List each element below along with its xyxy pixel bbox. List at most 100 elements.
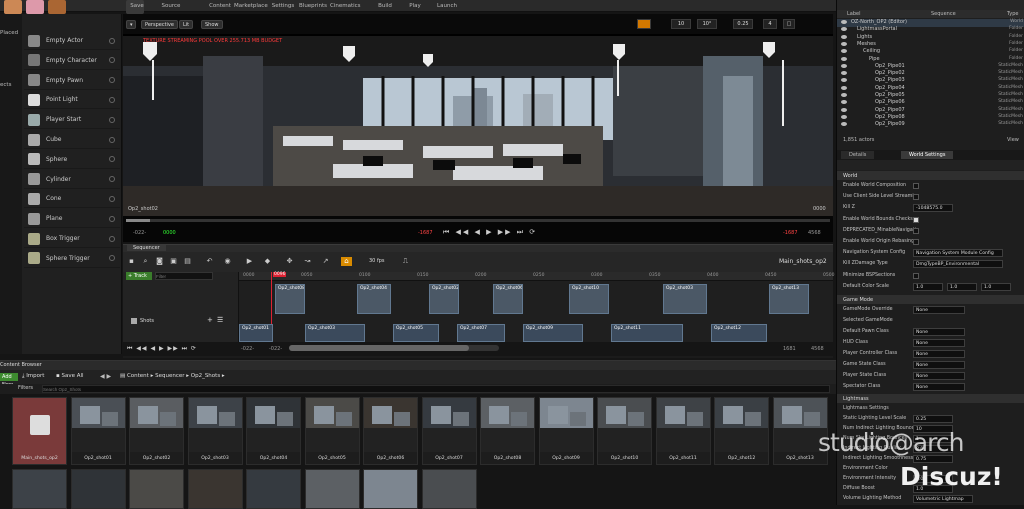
type-column-header[interactable]: Type — [1007, 11, 1018, 17]
rotation-snap-value[interactable]: 10° — [697, 19, 717, 29]
mode-icon-2[interactable] — [48, 0, 66, 14]
visibility-eye-icon[interactable] — [841, 78, 847, 83]
asset-tile[interactable]: Op2_shot08 — [480, 397, 535, 465]
actor-item-point-light[interactable]: Point Light — [24, 91, 120, 110]
actor-item-cylinder[interactable]: Cylinder — [24, 171, 120, 189]
world-settings-tab[interactable]: World Settings — [901, 151, 954, 159]
save-sequence-icon[interactable]: ▪ — [127, 257, 136, 266]
maximize-icon[interactable]: □ — [783, 19, 795, 29]
cinematic-icon[interactable]: ▤ — [183, 257, 192, 266]
grid-snap-value[interactable]: 10 — [671, 19, 691, 29]
toolbar-save-current[interactable]: Save Current — [120, 0, 154, 21]
asset-tile[interactable]: Op2_shot04 — [246, 397, 301, 465]
setting-checkbox[interactable] — [913, 272, 919, 279]
help-icon[interactable] — [109, 195, 115, 202]
help-icon[interactable] — [109, 136, 115, 143]
help-icon[interactable] — [109, 116, 115, 123]
toolbar-settings[interactable]: Settings — [268, 0, 298, 12]
help-icon[interactable] — [109, 77, 115, 84]
scale-snap-value[interactable]: 0.25 — [733, 19, 753, 29]
add-new-button[interactable]: Add New — [0, 373, 18, 388]
lit-button[interactable]: Lit — [179, 20, 194, 29]
setting-checkbox[interactable] — [913, 227, 919, 234]
help-icon[interactable] — [109, 96, 115, 103]
actor-item-empty-character[interactable]: Empty Character — [24, 52, 120, 70]
shot-clip[interactable]: Op2_shot03 — [663, 284, 707, 314]
asset-tile[interactable]: Op2_shot11 — [655, 397, 711, 465]
sequence-column-header[interactable]: Sequence — [931, 11, 956, 17]
class-dropdown[interactable]: None — [913, 306, 965, 314]
visibility-eye-icon[interactable] — [841, 41, 847, 46]
class-dropdown[interactable]: None — [913, 350, 965, 358]
actor-item-cube[interactable]: Cube — [24, 131, 120, 149]
asset-tile-partial[interactable] — [70, 469, 126, 509]
visibility-eye-icon[interactable] — [841, 20, 847, 24]
mode-icon-1[interactable] — [26, 0, 44, 14]
category-placed[interactable]: Placed — [0, 30, 18, 36]
asset-tile[interactable]: Main_shots_op2 — [12, 397, 67, 465]
asset-tile-partial[interactable] — [129, 469, 184, 509]
world-section-header[interactable]: World — [837, 171, 1024, 180]
asset-tile[interactable]: Op2_shot06 — [363, 397, 418, 465]
key-icon[interactable]: ◆ — [263, 257, 272, 266]
perspective-button[interactable]: Perspective — [141, 20, 178, 29]
curve-icon[interactable]: ↝ — [303, 257, 312, 266]
track-filter-input[interactable] — [155, 272, 213, 280]
history-nav-icons[interactable]: ◀ ▶ — [100, 373, 111, 380]
toolbar-marketplace[interactable]: Marketplace — [234, 0, 268, 12]
shot-clip[interactable]: Op2_shot04 — [357, 284, 391, 314]
visibility-eye-icon[interactable] — [841, 34, 847, 39]
visibility-eye-icon[interactable] — [841, 93, 847, 97]
toolbar-blueprints[interactable]: Blueprints — [298, 0, 328, 12]
sequencer-tab[interactable]: Sequencer — [127, 245, 166, 251]
help-icon[interactable] — [109, 156, 115, 163]
visibility-eye-icon[interactable] — [841, 63, 847, 68]
class-dropdown[interactable]: None — [913, 339, 965, 347]
asset-tile[interactable]: Op2_shot10 — [597, 397, 652, 465]
shot-clip[interactable]: Op2_shot10 — [569, 284, 609, 314]
toolbar-content[interactable]: Content — [205, 0, 235, 12]
mode-icon-0[interactable] — [4, 0, 22, 14]
visibility-eye-icon[interactable] — [841, 71, 847, 76]
realtime-icon[interactable] — [637, 19, 651, 29]
actor-item-cone[interactable]: Cone — [24, 190, 120, 209]
help-icon[interactable] — [109, 176, 115, 183]
shot-clip[interactable]: Op2_shot06 — [493, 284, 523, 314]
category-objects[interactable]: ects — [0, 82, 11, 88]
shot-options-icon[interactable]: ☰ — [217, 316, 223, 324]
play-range-icon[interactable]: ▶ — [245, 257, 254, 266]
level-viewport[interactable]: ▾ Perspective Lit Show 10 10° 0.25 4 □ T… — [123, 14, 833, 242]
details-tab[interactable]: Details — [841, 151, 875, 159]
lightmass-field[interactable]: 0.25 — [913, 415, 953, 423]
content-browser-tab[interactable]: Content Browser — [0, 362, 42, 368]
visibility-eye-icon[interactable] — [841, 107, 847, 112]
timeline-area[interactable]: 0000 0050 0100 0150 0200 0250 0300 0350 0400 0450… — [239, 272, 834, 348]
timeline-scrollbar[interactable] — [289, 345, 499, 351]
label-column-header[interactable]: Label — [847, 11, 861, 17]
help-icon[interactable] — [109, 235, 115, 242]
breadcrumb-content[interactable]: Content — [127, 373, 149, 379]
toolbar-play[interactable]: Play — [400, 0, 430, 12]
asset-tile[interactable]: Op2_shot02 — [129, 397, 184, 465]
view-options-button[interactable]: View — [1007, 137, 1019, 143]
color-scale-x[interactable]: 1.0 — [913, 282, 943, 291]
visibility-eye-icon[interactable] — [841, 27, 847, 32]
outliner-row[interactable]: Op2_Pipe09 StaticMesh — [837, 121, 1024, 129]
shot-clip[interactable]: Op2_shot12 — [711, 324, 767, 342]
asset-tile-partial[interactable] — [304, 469, 360, 509]
lightmass-field[interactable]: Volumetric Lightmap — [913, 495, 973, 503]
shot-clip[interactable]: Op2_shot13 — [769, 284, 809, 314]
class-dropdown[interactable]: None — [913, 383, 965, 391]
class-dropdown[interactable]: None — [913, 361, 965, 369]
shot-clip[interactable]: Op2_shot02 — [429, 284, 459, 314]
help-icon[interactable] — [109, 57, 115, 64]
camera-icon[interactable]: ◙ — [155, 257, 164, 266]
visibility-eye-icon[interactable] — [841, 122, 847, 127]
setting-field[interactable]: Navigation System Module Config — [913, 249, 1003, 258]
import-button[interactable]: ⤓ Import — [22, 373, 44, 380]
scrub-mode-icon[interactable]: ⎍ — [401, 257, 410, 266]
asset-tile[interactable]: Op2_shot03 — [187, 397, 243, 465]
camera-speed-value[interactable]: 4 — [763, 19, 777, 29]
actor-item-plane[interactable]: Plane — [24, 210, 120, 229]
breadcrumb-sequencer[interactable]: Sequencer — [155, 373, 184, 379]
